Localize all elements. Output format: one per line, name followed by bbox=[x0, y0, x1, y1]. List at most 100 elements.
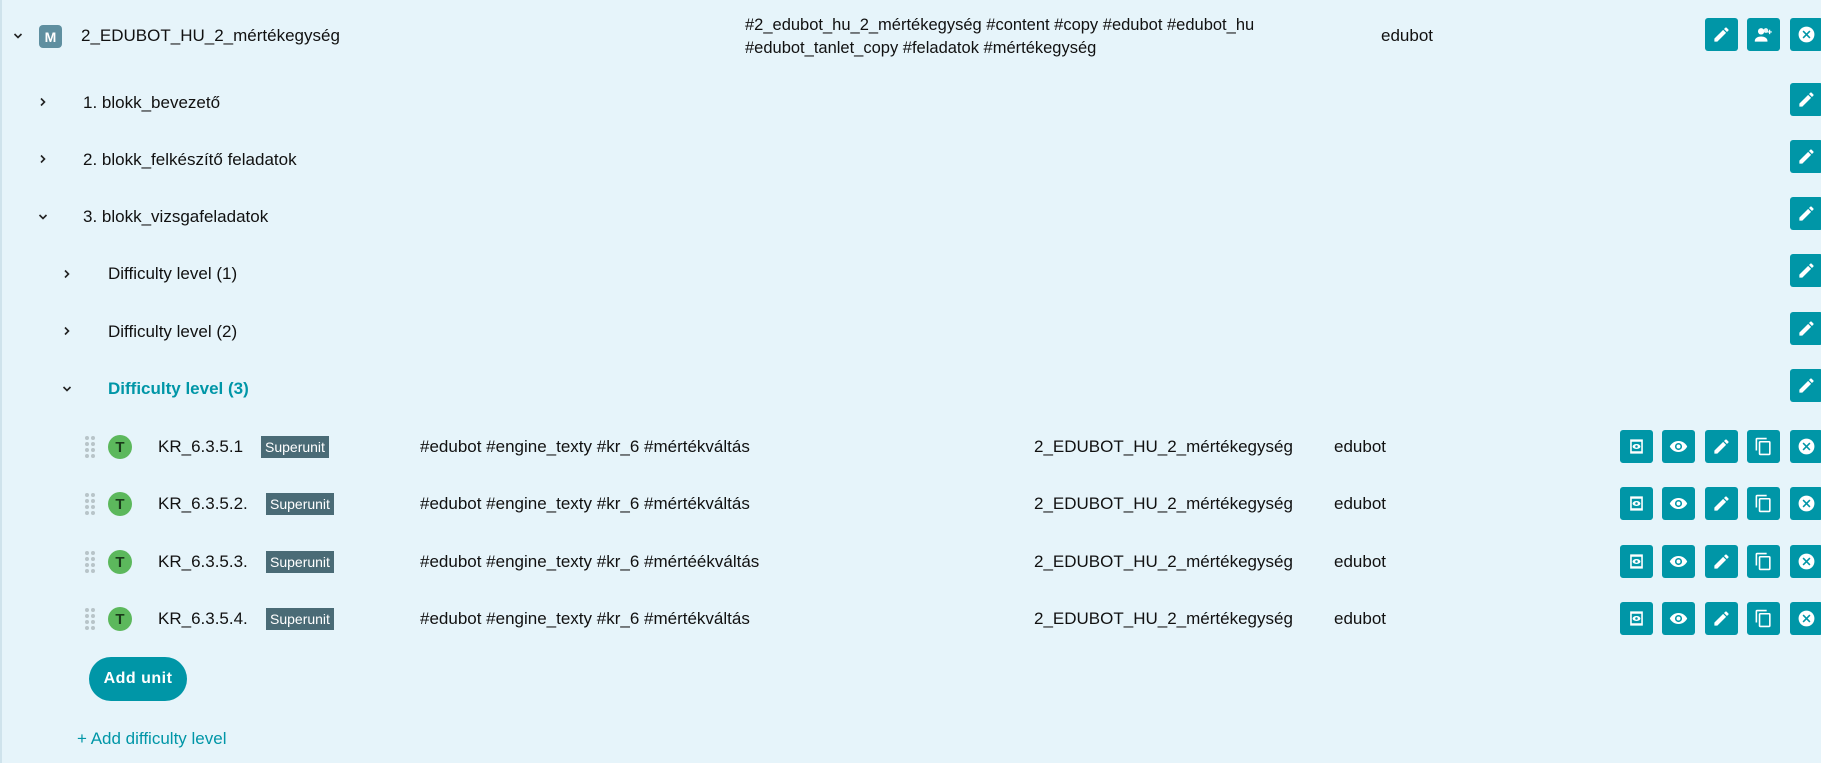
difficulty-label[interactable]: Difficulty level (2) bbox=[108, 322, 237, 342]
unit-tags: #edubot #engine_texty #kr_6 #mértékváltá… bbox=[420, 494, 750, 513]
module-title[interactable]: 2_EDUBOT_HU_2_mértékegység bbox=[81, 26, 340, 46]
unit-owner: edubot bbox=[1334, 609, 1386, 628]
add-user-icon bbox=[1754, 25, 1773, 44]
edit-unit-button[interactable] bbox=[1705, 487, 1738, 520]
pencil-icon bbox=[1712, 609, 1731, 628]
copy-icon bbox=[1754, 494, 1773, 513]
unit-code[interactable]: KR_6.3.5.3. bbox=[158, 552, 248, 572]
block-label[interactable]: 3. blokk_vizsgafeladatok bbox=[83, 207, 268, 227]
delete-unit-button[interactable] bbox=[1790, 430, 1821, 463]
module-tags: #2_edubot_hu_2_mértékegység #content #co… bbox=[745, 14, 1305, 60]
delete-module-button[interactable] bbox=[1790, 18, 1821, 51]
edit-block-button[interactable] bbox=[1790, 197, 1821, 230]
eye-icon bbox=[1669, 494, 1688, 513]
delete-unit-button[interactable] bbox=[1790, 487, 1821, 520]
module-tags-line2: #edubot_tanlet_copy #feladatok #mértékeg… bbox=[745, 39, 1097, 57]
pencil-icon bbox=[1797, 319, 1816, 338]
unit-owner: edubot bbox=[1334, 552, 1386, 571]
unit-code[interactable]: KR_6.3.5.2. bbox=[158, 494, 248, 514]
chevron-down-icon[interactable] bbox=[36, 210, 50, 224]
view-button[interactable] bbox=[1662, 545, 1695, 578]
copy-unit-button[interactable] bbox=[1747, 545, 1780, 578]
copy-unit-button[interactable] bbox=[1747, 430, 1780, 463]
drag-handle-icon[interactable] bbox=[85, 551, 95, 573]
unit-module: 2_EDUBOT_HU_2_mértékegység bbox=[1034, 437, 1293, 456]
copy-unit-button[interactable] bbox=[1747, 602, 1780, 635]
preview-button[interactable] bbox=[1620, 602, 1653, 635]
unit-tags: #edubot #engine_texty #kr_6 #mértékváltá… bbox=[420, 437, 750, 456]
preview-icon bbox=[1627, 494, 1646, 513]
delete-unit-button[interactable] bbox=[1790, 602, 1821, 635]
edit-unit-button[interactable] bbox=[1705, 430, 1738, 463]
edit-difficulty-button[interactable] bbox=[1790, 369, 1821, 402]
difficulty-label[interactable]: Difficulty level (1) bbox=[108, 264, 237, 284]
chevron-down-icon[interactable] bbox=[60, 382, 74, 396]
drag-handle-icon[interactable] bbox=[85, 493, 95, 515]
pencil-icon bbox=[1797, 204, 1816, 223]
chevron-right-icon[interactable] bbox=[60, 324, 74, 338]
pencil-icon bbox=[1797, 90, 1816, 109]
difficulty-label-active[interactable]: Difficulty level (3) bbox=[108, 379, 249, 399]
close-icon bbox=[1797, 494, 1816, 513]
superunit-badge: Superunit bbox=[261, 436, 329, 458]
drag-handle-icon[interactable] bbox=[85, 436, 95, 458]
edit-difficulty-button[interactable] bbox=[1790, 254, 1821, 287]
unit-owner: edubot bbox=[1334, 494, 1386, 513]
close-icon bbox=[1797, 552, 1816, 571]
chevron-right-icon[interactable] bbox=[36, 95, 50, 109]
edit-module-button[interactable] bbox=[1705, 18, 1738, 51]
edit-unit-button[interactable] bbox=[1705, 602, 1738, 635]
share-module-button[interactable] bbox=[1747, 18, 1780, 51]
unit-code[interactable]: KR_6.3.5.1 bbox=[158, 437, 243, 457]
view-button[interactable] bbox=[1662, 487, 1695, 520]
pencil-icon bbox=[1712, 437, 1731, 456]
edit-block-button[interactable] bbox=[1790, 140, 1821, 173]
unit-type-badge: T bbox=[108, 607, 132, 631]
view-button[interactable] bbox=[1662, 430, 1695, 463]
superunit-badge: Superunit bbox=[266, 551, 334, 573]
block-label[interactable]: 1. blokk_bevezető bbox=[83, 93, 220, 113]
module-tags-line1: #2_edubot_hu_2_mértékegység #content #co… bbox=[745, 16, 1255, 34]
pencil-icon bbox=[1712, 552, 1731, 571]
preview-button[interactable] bbox=[1620, 545, 1653, 578]
unit-code[interactable]: KR_6.3.5.4. bbox=[158, 609, 248, 629]
module-badge: M bbox=[39, 25, 62, 48]
superunit-badge: Superunit bbox=[266, 608, 334, 630]
close-icon bbox=[1797, 437, 1816, 456]
unit-module: 2_EDUBOT_HU_2_mértékegység bbox=[1034, 494, 1293, 513]
chevron-right-icon[interactable] bbox=[36, 152, 50, 166]
pencil-icon bbox=[1797, 261, 1816, 280]
eye-icon bbox=[1669, 552, 1688, 571]
pencil-icon bbox=[1712, 25, 1731, 44]
copy-icon bbox=[1754, 437, 1773, 456]
pencil-icon bbox=[1797, 147, 1816, 166]
preview-icon bbox=[1627, 437, 1646, 456]
unit-owner: edubot bbox=[1334, 437, 1386, 456]
drag-handle-icon[interactable] bbox=[85, 608, 95, 630]
unit-module: 2_EDUBOT_HU_2_mértékegység bbox=[1034, 609, 1293, 628]
chevron-down-icon[interactable] bbox=[11, 29, 25, 43]
add-difficulty-level-link[interactable]: + Add difficulty level bbox=[77, 729, 226, 749]
add-unit-button[interactable]: Add unit bbox=[89, 657, 187, 701]
copy-unit-button[interactable] bbox=[1747, 487, 1780, 520]
preview-button[interactable] bbox=[1620, 430, 1653, 463]
edit-unit-button[interactable] bbox=[1705, 545, 1738, 578]
close-icon bbox=[1797, 25, 1816, 44]
unit-tags: #edubot #engine_texty #kr_6 #mértékváltá… bbox=[420, 609, 750, 628]
eye-icon bbox=[1669, 437, 1688, 456]
chevron-right-icon[interactable] bbox=[60, 267, 74, 281]
delete-unit-button[interactable] bbox=[1790, 545, 1821, 578]
view-button[interactable] bbox=[1662, 602, 1695, 635]
preview-button[interactable] bbox=[1620, 487, 1653, 520]
edit-block-button[interactable] bbox=[1790, 83, 1821, 116]
close-icon bbox=[1797, 609, 1816, 628]
edit-difficulty-button[interactable] bbox=[1790, 312, 1821, 345]
copy-icon bbox=[1754, 609, 1773, 628]
block-label[interactable]: 2. blokk_felkészítő feladatok bbox=[83, 150, 297, 170]
module-owner: edubot bbox=[1381, 26, 1433, 45]
preview-icon bbox=[1627, 552, 1646, 571]
pencil-icon bbox=[1797, 376, 1816, 395]
copy-icon bbox=[1754, 552, 1773, 571]
superunit-badge: Superunit bbox=[266, 493, 334, 515]
unit-type-badge: T bbox=[108, 435, 132, 459]
